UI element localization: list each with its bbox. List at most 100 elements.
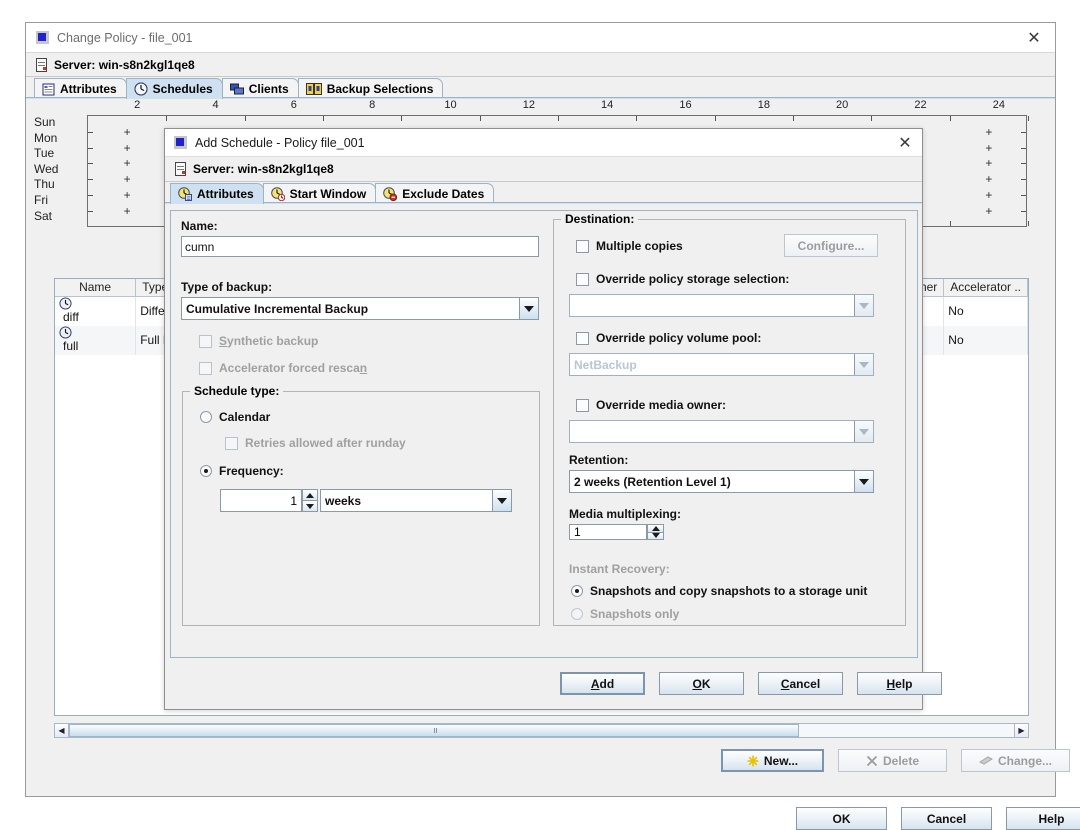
override-media-owner-checkbox[interactable]: Override media owner: bbox=[576, 398, 726, 412]
dialog-add-button[interactable]: Add bbox=[560, 672, 645, 695]
tab-attributes[interactable]: Attributes bbox=[34, 78, 127, 99]
dialog-tab-exclude-dates[interactable]: Exclude Dates bbox=[375, 183, 495, 204]
dialog-cancel-button[interactable]: Cancel bbox=[758, 672, 843, 695]
close-icon[interactable]: ✕ bbox=[892, 130, 918, 156]
type-of-backup-combo[interactable]: Cumulative Incremental Backup bbox=[181, 297, 539, 320]
dialog-server-bar: Server: win-s8n2kgl1qe8 bbox=[165, 157, 922, 182]
grid-plus-marker[interactable]: + bbox=[124, 204, 131, 218]
grid-row-tick bbox=[88, 147, 93, 149]
tab-backup-selections-label: Backup Selections bbox=[326, 82, 434, 96]
frequency-unit-combo[interactable]: weeks bbox=[320, 489, 512, 512]
cell-accelerator: No bbox=[943, 296, 1028, 326]
checkbox-box bbox=[576, 398, 589, 412]
grid-plus-marker[interactable]: + bbox=[985, 204, 992, 218]
schedule-clock-icon bbox=[59, 325, 131, 339]
tab-clients-label: Clients bbox=[248, 82, 289, 96]
grid-hour-tick-label: 2 bbox=[134, 99, 141, 111]
scrollbar-track[interactable] bbox=[69, 724, 1014, 737]
frequency-spinner[interactable]: 1 bbox=[220, 489, 318, 512]
grid-plus-marker[interactable]: + bbox=[985, 188, 992, 202]
attributes-icon bbox=[42, 83, 55, 96]
override-storage-selection-combo[interactable] bbox=[569, 294, 874, 317]
dialog-ok-button[interactable]: OK bbox=[659, 672, 744, 695]
synthetic-backup-checkbox[interactable]: SSynthetic backupynthetic backup bbox=[199, 334, 541, 348]
frequency-radio[interactable]: Frequency: bbox=[200, 464, 284, 478]
media-multiplexing-spinner[interactable]: 1 bbox=[569, 524, 664, 540]
instant-recovery-label: Instant Recovery: bbox=[569, 562, 670, 576]
main-window-title: Change Policy - file_001 bbox=[57, 30, 193, 45]
checkbox-box bbox=[576, 331, 589, 345]
grid-hour-tick-label: 4 bbox=[212, 99, 219, 111]
configure-button[interactable]: Configure... bbox=[784, 234, 878, 257]
radio-dot bbox=[200, 411, 212, 423]
radio-dot bbox=[571, 585, 583, 597]
grid-plus-marker[interactable]: + bbox=[124, 141, 131, 155]
new-button[interactable]: New... bbox=[721, 749, 824, 772]
exclude-dates-clock-icon bbox=[383, 187, 398, 201]
change-button[interactable]: Change... bbox=[961, 749, 1070, 772]
grid-row-tick bbox=[1021, 132, 1026, 133]
grid-hour-tick-label: 8 bbox=[369, 99, 376, 111]
accelerator-forced-rescan-checkbox[interactable]: Accelerator forced rescan bbox=[199, 361, 541, 375]
calendar-radio[interactable]: Calendar bbox=[200, 410, 270, 424]
retries-allowed-checkbox[interactable]: Retries allowed after runday bbox=[225, 436, 406, 450]
grid-tick bbox=[558, 116, 559, 121]
grid-day-label: Mon bbox=[34, 130, 58, 145]
grid-hour-tick-label: 20 bbox=[836, 99, 849, 111]
grid-plus-marker[interactable]: + bbox=[985, 125, 992, 139]
chevron-down-icon[interactable] bbox=[854, 421, 873, 442]
scrollbar-thumb[interactable] bbox=[69, 724, 799, 737]
grid-plus-marker[interactable]: + bbox=[124, 156, 131, 170]
dialog-attributes-panel: Name: cumn Type of backup: Cumulative In… bbox=[170, 210, 918, 658]
table-horizontal-scrollbar[interactable]: ◀ ▶ bbox=[54, 723, 1029, 738]
chevron-down-icon[interactable] bbox=[854, 471, 873, 492]
chevron-down-icon[interactable] bbox=[854, 295, 873, 316]
dialog-tab-attributes[interactable]: Attributes bbox=[170, 183, 264, 204]
grid-row-tick bbox=[1021, 179, 1026, 181]
name-input[interactable]: cumn bbox=[181, 236, 539, 257]
checkbox-box bbox=[199, 361, 212, 375]
chevron-down-icon[interactable] bbox=[519, 298, 538, 319]
delete-button[interactable]: Delete bbox=[838, 749, 947, 772]
grid-tick bbox=[479, 116, 481, 121]
grid-plus-marker[interactable]: + bbox=[985, 172, 992, 186]
dialog-help-button[interactable]: Help bbox=[857, 672, 942, 695]
close-icon[interactable]: ✕ bbox=[1021, 25, 1047, 51]
dialog-tab-start-window[interactable]: Start Window bbox=[262, 183, 377, 204]
schedules-clock-icon bbox=[134, 82, 148, 96]
grid-day-label: Fri bbox=[34, 193, 48, 207]
override-volume-pool-combo[interactable]: NetBackup bbox=[569, 353, 874, 376]
change-button-label: Change... bbox=[997, 753, 1052, 768]
override-storage-selection-checkbox[interactable]: Override policy storage selection: bbox=[576, 272, 789, 286]
multiple-copies-checkbox[interactable]: Multiple copies bbox=[576, 239, 683, 253]
tab-backup-selections[interactable]: Backup Selections bbox=[297, 78, 444, 99]
grid-plus-marker[interactable]: + bbox=[985, 156, 992, 170]
retention-combo[interactable]: 2 weeks (Retention Level 1) bbox=[569, 470, 874, 493]
checkbox-box bbox=[576, 272, 589, 286]
override-media-owner-combo[interactable] bbox=[569, 420, 874, 443]
grid-row-tick bbox=[88, 132, 93, 133]
grid-plus-marker[interactable]: + bbox=[124, 125, 131, 139]
col-accelerator[interactable]: Accelerator .. bbox=[943, 279, 1028, 297]
col-name[interactable]: Name bbox=[55, 279, 137, 297]
override-volume-pool-checkbox[interactable]: Override policy volume pool: bbox=[576, 331, 761, 345]
spinner-up-icon[interactable] bbox=[302, 489, 318, 501]
grid-plus-marker[interactable]: + bbox=[124, 172, 131, 186]
instant-recovery-snapshots-only-radio[interactable]: Snapshots only bbox=[571, 607, 679, 621]
grid-hour-tick-label: 10 bbox=[444, 99, 457, 111]
grid-plus-marker[interactable]: + bbox=[985, 141, 992, 155]
scroll-right-arrow-icon[interactable]: ▶ bbox=[1014, 724, 1028, 737]
spinner-down-icon[interactable] bbox=[647, 532, 664, 540]
tab-clients[interactable]: Clients bbox=[221, 78, 299, 99]
add-schedule-dialog: Add Schedule - Policy file_001 ✕ Server:… bbox=[164, 128, 942, 710]
retention-label: Retention: bbox=[569, 453, 629, 467]
retention-value: 2 weeks (Retention Level 1) bbox=[570, 471, 854, 492]
spinner-down-icon[interactable] bbox=[302, 501, 318, 512]
spinner-up-icon[interactable] bbox=[647, 524, 664, 533]
tab-schedules[interactable]: Schedules bbox=[125, 78, 223, 99]
chevron-down-icon[interactable] bbox=[854, 354, 873, 375]
instant-recovery-snapshots-copy-radio[interactable]: Snapshots and copy snapshots to a storag… bbox=[571, 584, 867, 598]
grid-plus-marker[interactable]: + bbox=[124, 188, 131, 202]
chevron-down-icon[interactable] bbox=[492, 490, 511, 511]
scroll-left-arrow-icon[interactable]: ◀ bbox=[55, 724, 69, 737]
